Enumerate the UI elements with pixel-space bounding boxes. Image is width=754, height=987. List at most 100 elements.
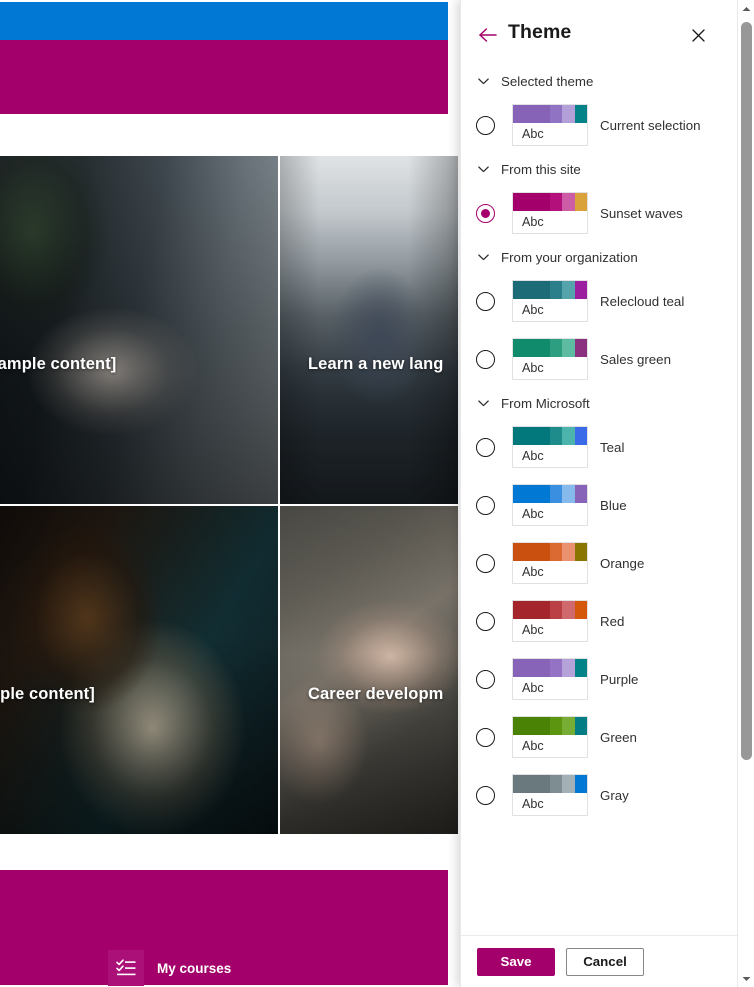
theme-swatch-preview: Abc	[512, 192, 588, 234]
theme-swatch-preview: Abc	[512, 484, 588, 526]
theme-list: Selected theme Abc Current selection From t…	[461, 66, 737, 935]
section-header-from-your-organization[interactable]: From your organization	[461, 242, 737, 272]
hands-together-photo	[280, 506, 458, 834]
handshake-photo	[0, 156, 278, 504]
theme-option[interactable]: Abc Red	[461, 592, 737, 650]
theme-option[interactable]: Abc Sales green	[461, 330, 737, 388]
theme-radio[interactable]	[476, 437, 495, 457]
theme-option-label: Teal	[600, 439, 625, 455]
theme-swatch-preview: Abc	[512, 542, 588, 584]
back-arrow-icon[interactable]	[475, 22, 501, 48]
theme-option[interactable]: Abc Relecloud teal	[461, 272, 737, 330]
theme-swatch-colors	[513, 601, 587, 619]
theme-option-label: Green	[600, 729, 637, 745]
theme-swatch-colors	[513, 775, 587, 793]
section-label: Selected theme	[501, 73, 594, 89]
theme-swatch-preview: Abc	[512, 338, 588, 380]
theme-panel-content: Theme Selected theme Abc Current selection…	[461, 0, 737, 987]
scrollbar-thumb[interactable]	[741, 22, 752, 760]
woman-at-desk-photo	[0, 506, 278, 834]
suite-top-bar	[0, 2, 448, 40]
checklist-icon	[108, 950, 144, 986]
theme-swatch-sample-text: Abc	[513, 507, 544, 521]
theme-option[interactable]: Abc Green	[461, 708, 737, 766]
theme-option[interactable]: Abc Gray	[461, 766, 737, 824]
theme-radio[interactable]	[476, 669, 495, 689]
theme-option-label: Gray	[600, 787, 629, 803]
theme-radio[interactable]	[476, 495, 495, 515]
section-label: From Microsoft	[501, 395, 590, 411]
theme-swatch-sample-text: Abc	[513, 623, 544, 637]
hero-tile[interactable]: Sample content]	[0, 505, 279, 835]
theme-option[interactable]: Abc Current selection	[461, 96, 737, 154]
theme-swatch-sample-text: Abc	[513, 797, 544, 811]
theme-panel-header: Theme	[461, 0, 737, 66]
theme-swatch-colors	[513, 427, 587, 445]
theme-option-label: Orange	[600, 555, 645, 571]
section-header-selected-theme[interactable]: Selected theme	[461, 66, 737, 96]
theme-swatch-sample-text: Abc	[513, 449, 544, 463]
theme-swatch-preview: Abc	[512, 600, 588, 642]
theme-option[interactable]: Abc Teal	[461, 418, 737, 476]
theme-swatch-preview: Abc	[512, 716, 588, 758]
theme-swatch-sample-text: Abc	[513, 681, 544, 695]
footer-link-my-courses[interactable]: My courses	[108, 950, 231, 986]
theme-radio[interactable]	[476, 349, 495, 369]
theme-option-label: Purple	[600, 671, 639, 687]
theme-option-label: Blue	[600, 497, 627, 513]
hero-tile-caption: s [Sample content]	[0, 355, 117, 373]
theme-swatch-sample-text: Abc	[513, 127, 544, 141]
panel-scrollbar[interactable]	[737, 0, 754, 987]
theme-swatch-colors	[513, 543, 587, 561]
footer-link-label: My courses	[157, 960, 232, 976]
hero-tile[interactable]: Career developm	[279, 505, 459, 835]
save-button[interactable]: Save	[477, 947, 555, 976]
theme-swatch-colors	[513, 105, 587, 123]
hero-tile[interactable]: Learn a new lang	[279, 155, 459, 505]
close-icon[interactable]	[685, 22, 711, 48]
theme-option[interactable]: Abc Purple	[461, 650, 737, 708]
hero-tile-caption: Learn a new lang	[308, 355, 444, 373]
theme-swatch-sample-text: Abc	[513, 215, 544, 229]
chevron-down-icon	[477, 163, 490, 176]
site-header-band	[0, 40, 448, 114]
theme-swatch-colors	[513, 281, 587, 299]
section-label: From your organization	[501, 249, 638, 265]
theme-radio[interactable]	[476, 115, 495, 135]
theme-swatch-colors	[513, 659, 587, 677]
office-meeting-photo	[280, 156, 458, 504]
theme-radio[interactable]	[476, 785, 495, 805]
theme-option[interactable]: Abc Blue	[461, 476, 737, 534]
theme-option[interactable]: Abc Sunset waves	[461, 184, 737, 242]
theme-option-label: Relecloud teal	[600, 293, 685, 309]
theme-radio[interactable]	[476, 291, 495, 311]
theme-swatch-sample-text: Abc	[513, 739, 544, 753]
theme-swatch-sample-text: Abc	[513, 361, 544, 375]
hero-tile[interactable]: s [Sample content]	[0, 155, 279, 505]
theme-panel-footer: Save Cancel	[461, 935, 737, 987]
theme-option-label: Red	[600, 613, 625, 629]
theme-panel: Theme Selected theme Abc Current selection…	[460, 0, 754, 987]
theme-option[interactable]: Abc Orange	[461, 534, 737, 592]
theme-radio[interactable]	[476, 611, 495, 631]
page-title: Theme	[508, 21, 572, 43]
section-header-from-this-site[interactable]: From this site	[461, 154, 737, 184]
theme-radio[interactable]	[476, 727, 495, 747]
cancel-button[interactable]: Cancel	[566, 947, 644, 976]
section-header-from-microsoft[interactable]: From Microsoft	[461, 388, 737, 418]
theme-radio[interactable]	[476, 203, 495, 223]
page-content-strip	[0, 114, 448, 154]
theme-radio[interactable]	[476, 553, 495, 573]
theme-swatch-sample-text: Abc	[513, 303, 544, 317]
theme-swatch-colors	[513, 339, 587, 357]
theme-swatch-preview: Abc	[512, 280, 588, 322]
section-label: From this site	[501, 161, 581, 177]
theme-swatch-preview: Abc	[512, 774, 588, 816]
scroll-down-arrow-icon[interactable]	[738, 970, 754, 987]
theme-swatch-colors	[513, 485, 587, 503]
scroll-up-arrow-icon[interactable]	[738, 0, 754, 17]
hero-tile-grid: s [Sample content] Learn a new lang Samp…	[0, 155, 459, 870]
hero-tile-caption: Career developm	[308, 685, 444, 703]
chevron-down-icon	[477, 397, 490, 410]
chevron-down-icon	[477, 75, 490, 88]
